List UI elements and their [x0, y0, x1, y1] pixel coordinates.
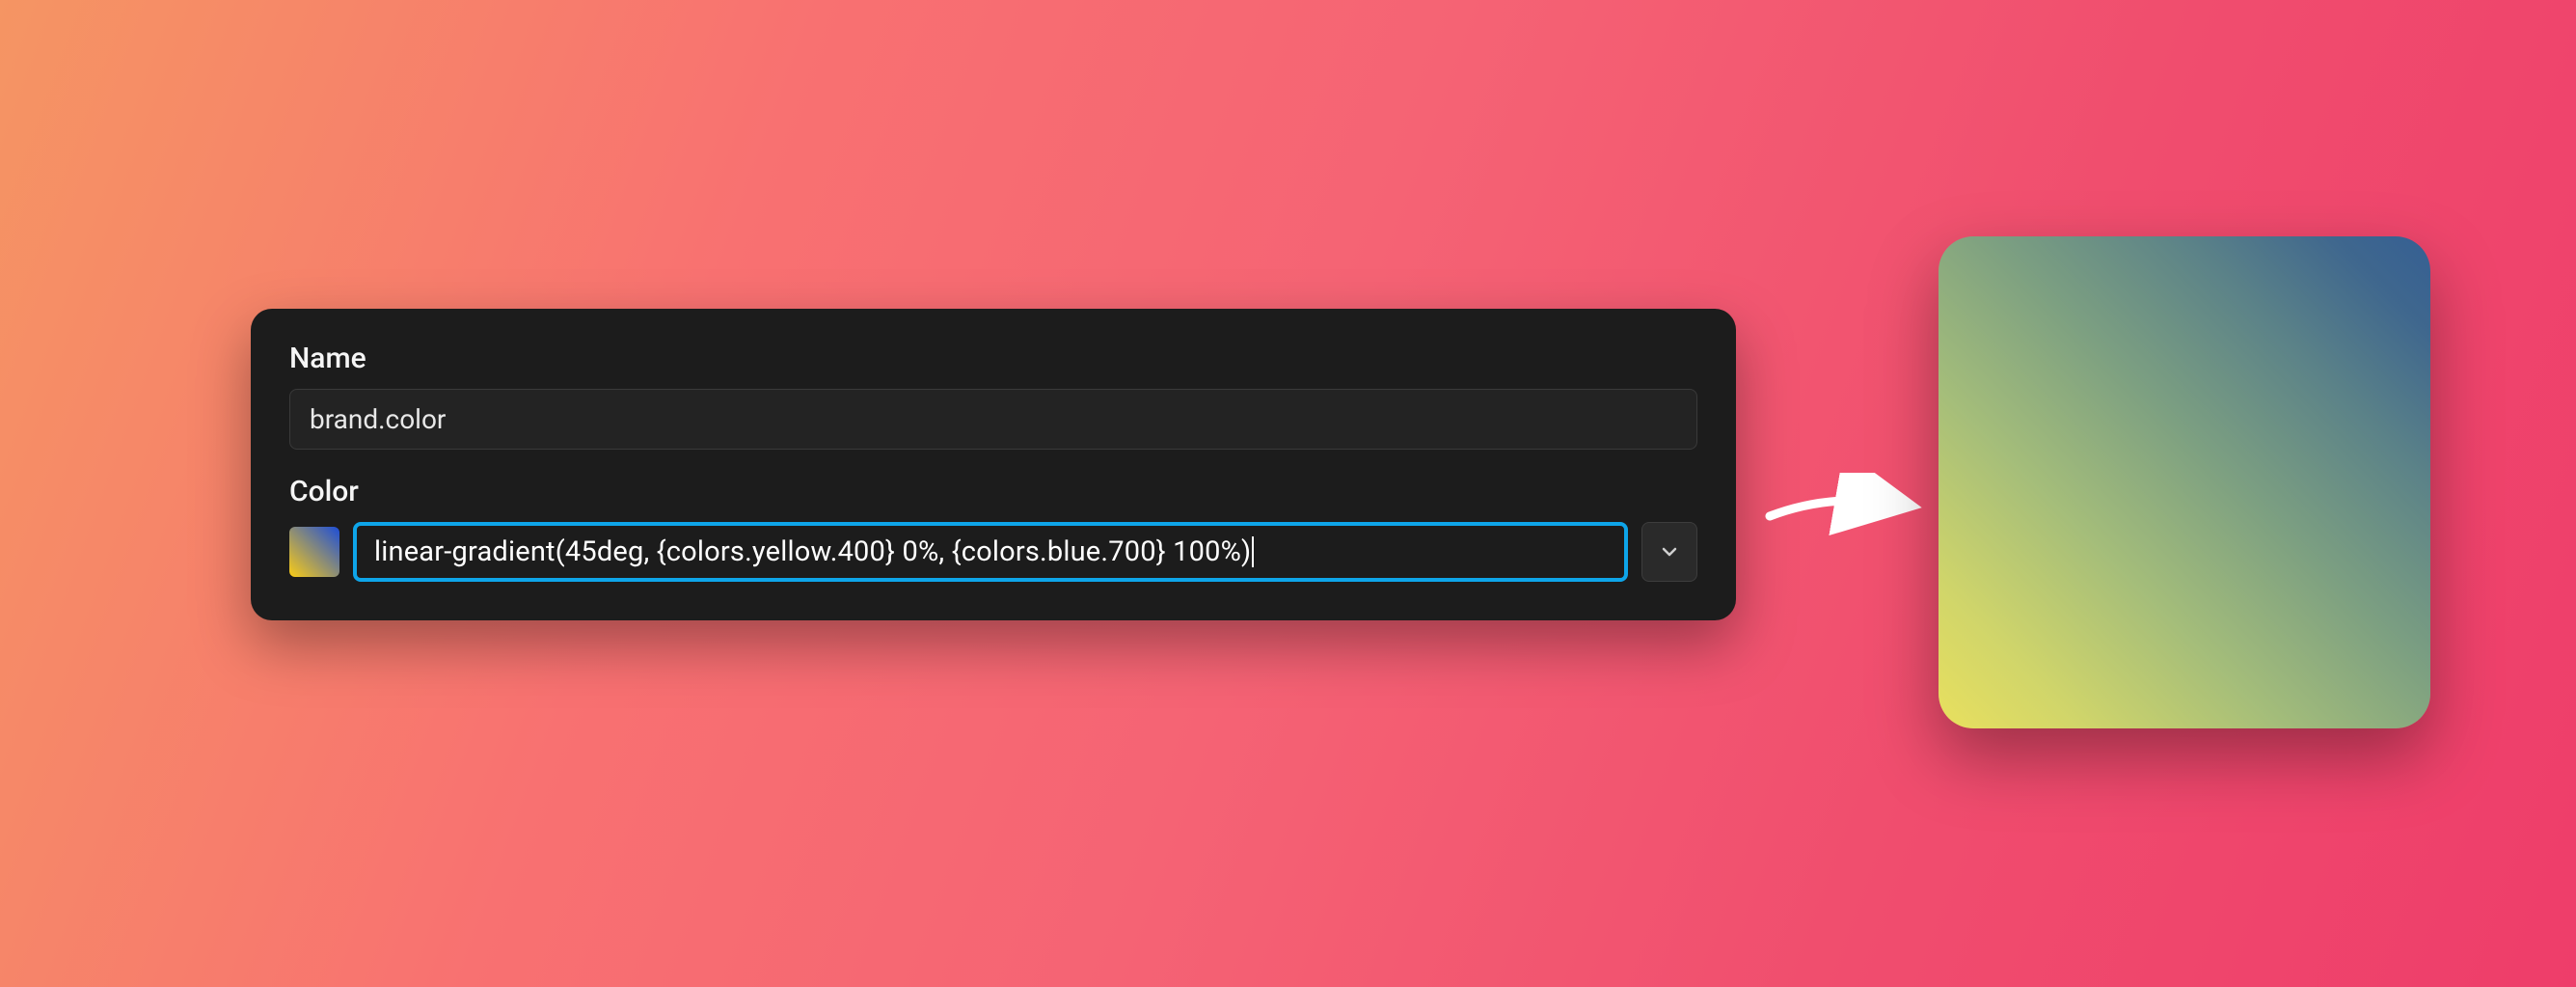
chevron-down-icon	[1658, 540, 1681, 563]
token-editor-panel: Name Color linear-gradient(45deg, {color…	[251, 309, 1736, 620]
gradient-preview	[1939, 236, 2430, 728]
text-cursor-icon	[1252, 536, 1254, 567]
color-field-group: Color linear-gradient(45deg, {colors.yel…	[289, 475, 1697, 582]
name-input[interactable]	[289, 389, 1697, 450]
color-swatch-icon	[289, 527, 339, 577]
color-dropdown-button[interactable]	[1641, 522, 1697, 582]
name-label: Name	[289, 342, 1697, 375]
name-field-group: Name	[289, 342, 1697, 450]
color-label: Color	[289, 475, 1697, 508]
color-input[interactable]: linear-gradient(45deg, {colors.yellow.40…	[353, 522, 1628, 582]
arrow-right-icon	[1765, 473, 1929, 540]
color-input-value: linear-gradient(45deg, {colors.yellow.40…	[374, 535, 1251, 568]
